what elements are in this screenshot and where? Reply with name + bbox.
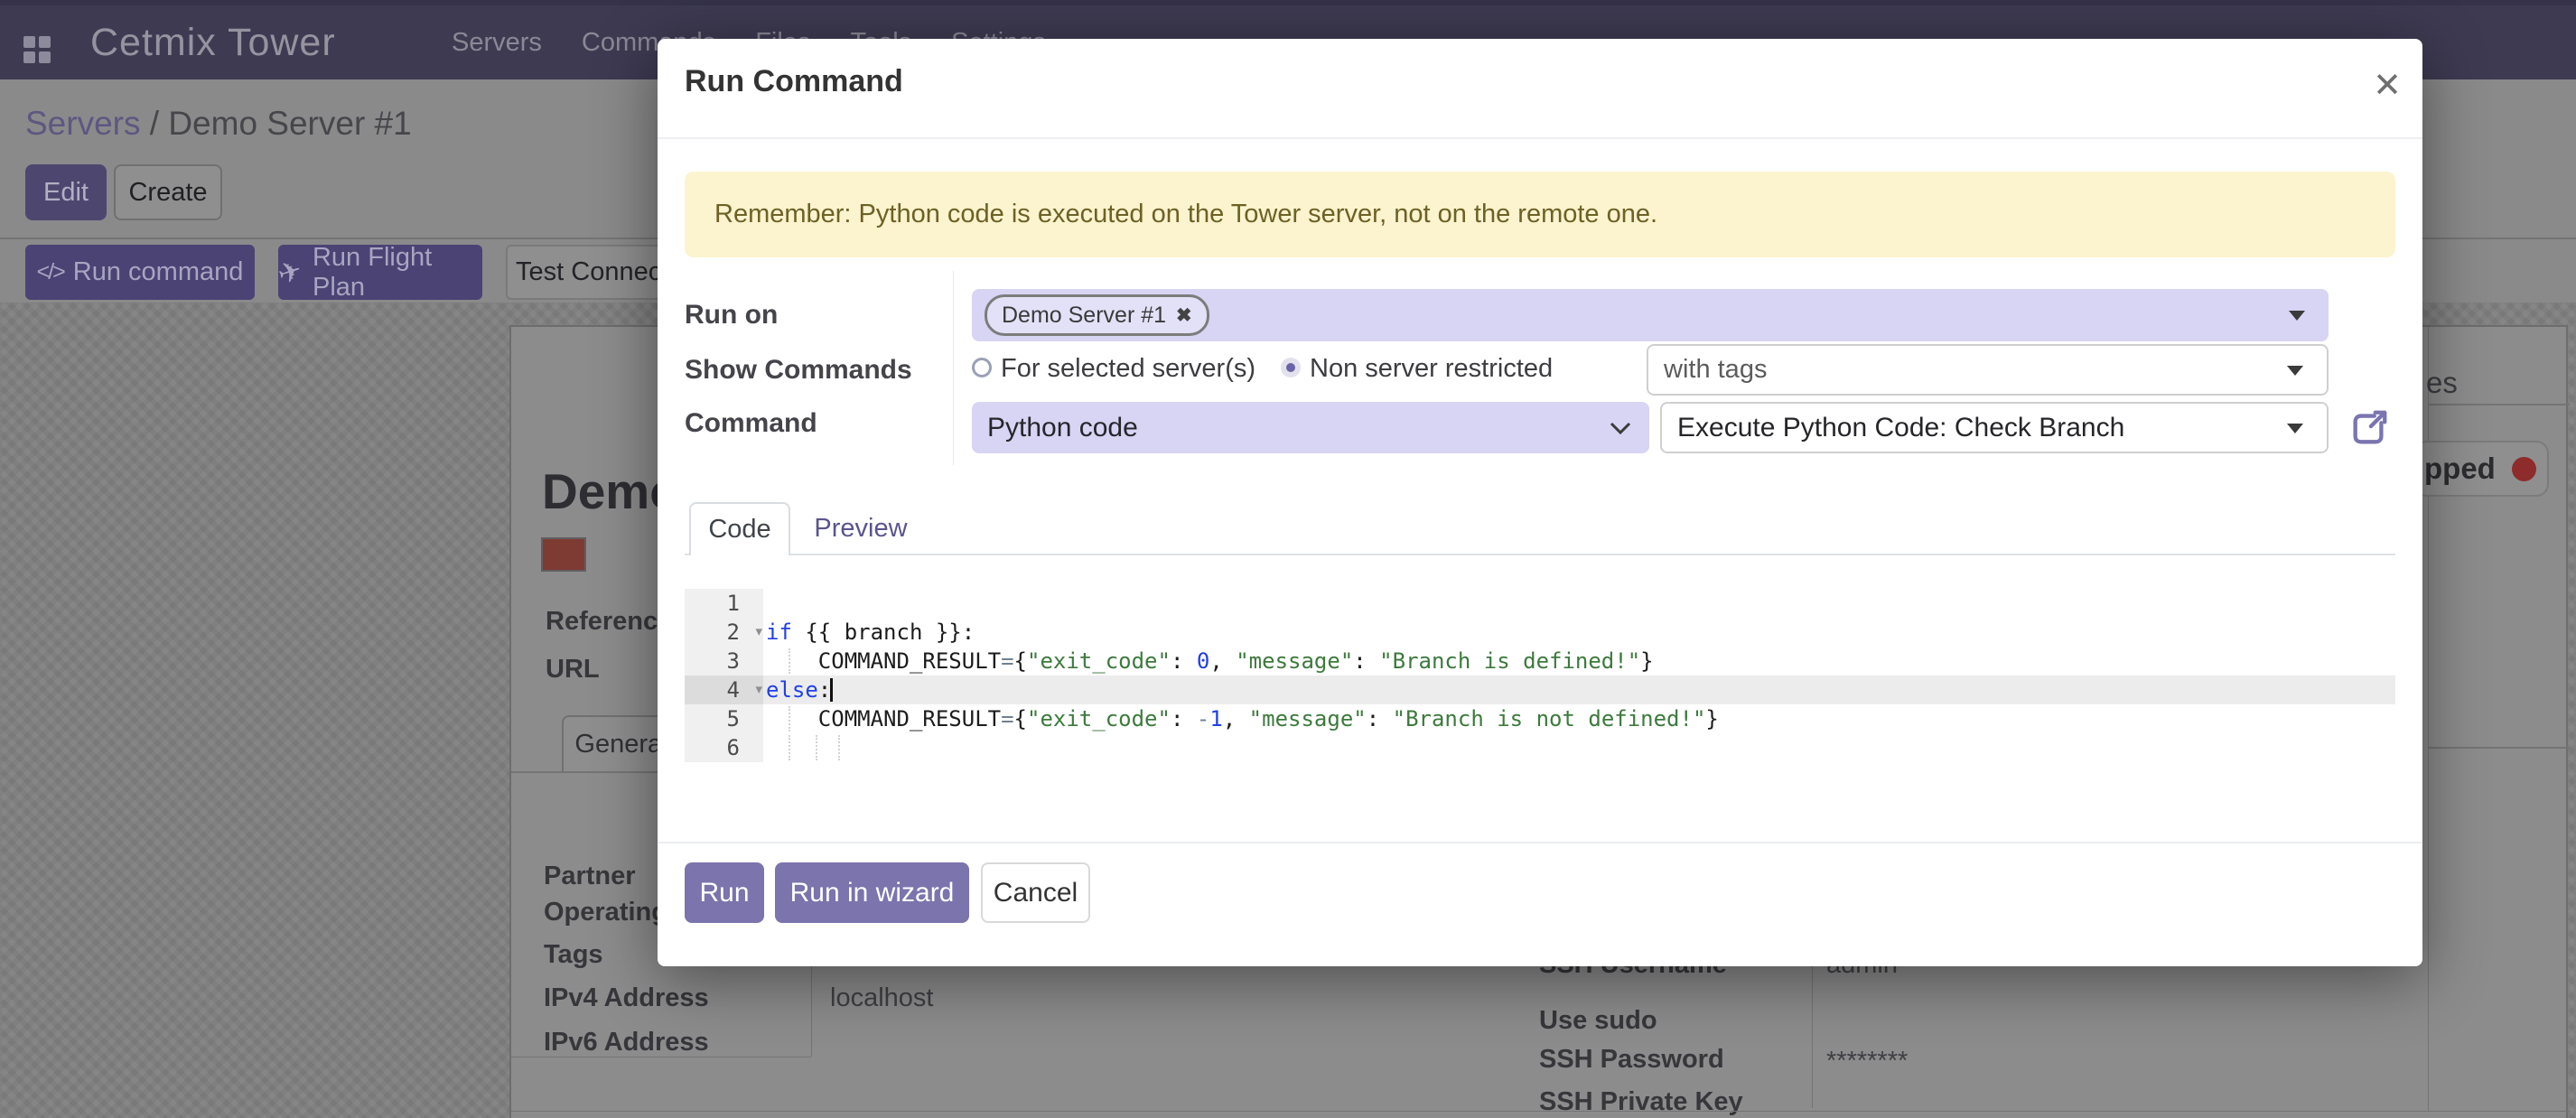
tabbar-line [685,554,2395,555]
command-type-select[interactable]: Python code [972,402,1649,453]
indent-guide [789,648,790,674]
code-line: if {{ branch }}: [763,618,2395,647]
code-line [763,733,2395,762]
run-flight-plan-button[interactable]: ✈ Run Flight Plan [278,245,482,300]
field-label-reference: Reference [546,607,672,637]
indent-guide [789,735,790,760]
field-label-operating: Operating [544,898,667,927]
command-label: Command [685,408,817,439]
code-icon: </> [37,259,64,285]
breadcrumb-servers-link[interactable]: Servers [25,105,140,142]
field-label-ipv4: IPv4 Address [544,983,709,1013]
show-commands-label: Show Commands [685,355,912,386]
right-panel-header-line [2428,404,2570,405]
editor-line-6[interactable]: 6 [685,733,2395,762]
line-number: 1 [685,589,763,618]
field-label-tags: Tags [544,940,603,970]
nav-item-servers[interactable]: Servers [452,28,542,58]
screen: Cetmix Tower ServersCommandsFilesToolsSe… [0,0,2576,1118]
caret-down-icon [2287,424,2303,433]
code-editor-lines: 12▾if {{ branch }}:3 COMMAND_RESULT={"ex… [685,589,2395,762]
editor-line-1[interactable]: 1 [685,589,2395,618]
label-column-separator [953,271,954,465]
breadcrumb-separator: / [150,105,169,142]
editor-line-2[interactable]: 2▾if {{ branch }}: [685,618,2395,647]
table-right-divider [1812,959,1813,1108]
field-label-ssh-password: SSH Password [1539,1045,1724,1075]
field-label-ssh-private-key: SSH Private Key [1539,1087,1743,1117]
field-label-url: URL [546,655,600,685]
command-select[interactable]: Execute Python Code: Check Branch [1660,402,2329,453]
line-number: 4▾ [685,675,763,704]
radio-label-for-selected-servers[interactable]: For selected server(s) [1001,354,1255,384]
caret-down-icon [2289,311,2305,321]
tabbar-line-left [511,771,661,773]
run-in-wizard-button[interactable]: Run in wizard [775,862,969,923]
code-line [763,589,2395,618]
modal-header-divider [658,137,2422,139]
indent-guide [816,735,817,760]
breadcrumb: Servers / Demo Server #1 [25,105,412,143]
caret-down-icon [2287,366,2303,376]
tab-code[interactable]: Code [689,502,790,555]
close-icon[interactable]: ✕ [2365,62,2410,107]
text-cursor [830,678,833,702]
fold-icon[interactable]: ▾ [755,618,762,647]
external-link-icon[interactable] [2348,407,2390,449]
editor-line-4[interactable]: 4▾else: [685,675,2395,704]
modal-footer-divider [658,842,2422,843]
create-button[interactable]: Create [114,164,222,220]
plane-icon: ✈ [274,253,306,291]
modal-title: Run Command [685,64,903,99]
code-line: COMMAND_RESULT={"exit_code": -1, "messag… [763,704,2395,733]
code-editor[interactable]: 12▾if {{ branch }}:3 COMMAND_RESULT={"ex… [685,589,2395,762]
breadcrumb-current: Demo Server #1 [168,105,411,142]
code-line: COMMAND_RESULT={"exit_code": 0, "message… [763,647,2395,675]
app-logo[interactable]: Cetmix Tower [90,5,336,79]
warning-banner: Remember: Python code is executed on the… [685,172,2395,257]
status-dot-icon [2512,457,2536,481]
line-number: 3 [685,647,763,675]
indent-guide [838,735,840,760]
chip-remove-icon[interactable]: ✖ [1176,304,1192,327]
field-label-use-sudo: Use sudo [1539,1006,1657,1036]
run-command-button[interactable]: </> Run command [25,245,255,300]
code-line: else: [763,675,2395,704]
chevron-down-icon [1610,422,1631,435]
radio-label-non-server-restricted[interactable]: Non server restricted [1310,354,1553,384]
radio-non-server-restricted[interactable] [1281,358,1301,377]
indent-guide [789,706,790,731]
line-number: 6 [685,733,763,762]
run-command-modal: Run Command ✕ Remember: Python code is e… [658,39,2422,966]
server-chip[interactable]: Demo Server #1 ✖ [985,294,1209,336]
table-left-divider [811,959,812,1057]
tab-preview[interactable]: Preview [799,502,922,555]
tags-select[interactable]: with tags [1647,344,2329,396]
field-label-partner: Partner [544,862,636,891]
field-value-ssh-password: ******** [1826,1047,1908,1076]
table-bottom-line [511,1111,2570,1112]
color-swatch[interactable] [541,537,586,572]
apps-grid-icon[interactable] [23,36,51,63]
cancel-button[interactable]: Cancel [981,862,1090,923]
edit-button[interactable]: Edit [25,164,107,220]
field-label-ipv6: IPv6 Address [544,1028,709,1057]
line-number: 5 [685,704,763,733]
right-header-fragment: es [2426,366,2458,400]
radio-for-selected-servers[interactable] [972,358,992,377]
run-on-label: Run on [685,300,778,331]
fold-icon[interactable]: ▾ [755,675,762,704]
run-on-select[interactable]: Demo Server #1 ✖ [972,289,2329,341]
line-number: 2▾ [685,618,763,647]
run-button[interactable]: Run [685,862,764,923]
editor-line-5[interactable]: 5 COMMAND_RESULT={"exit_code": -1, "mess… [685,704,2395,733]
editor-line-3[interactable]: 3 COMMAND_RESULT={"exit_code": 0, "messa… [685,647,2395,675]
status-label-fragment: pped [2424,452,2496,486]
right-panel-tab-line [2428,747,2570,749]
status-badge[interactable]: pped [2413,441,2549,497]
field-value-ipv4: localhost [830,983,933,1013]
